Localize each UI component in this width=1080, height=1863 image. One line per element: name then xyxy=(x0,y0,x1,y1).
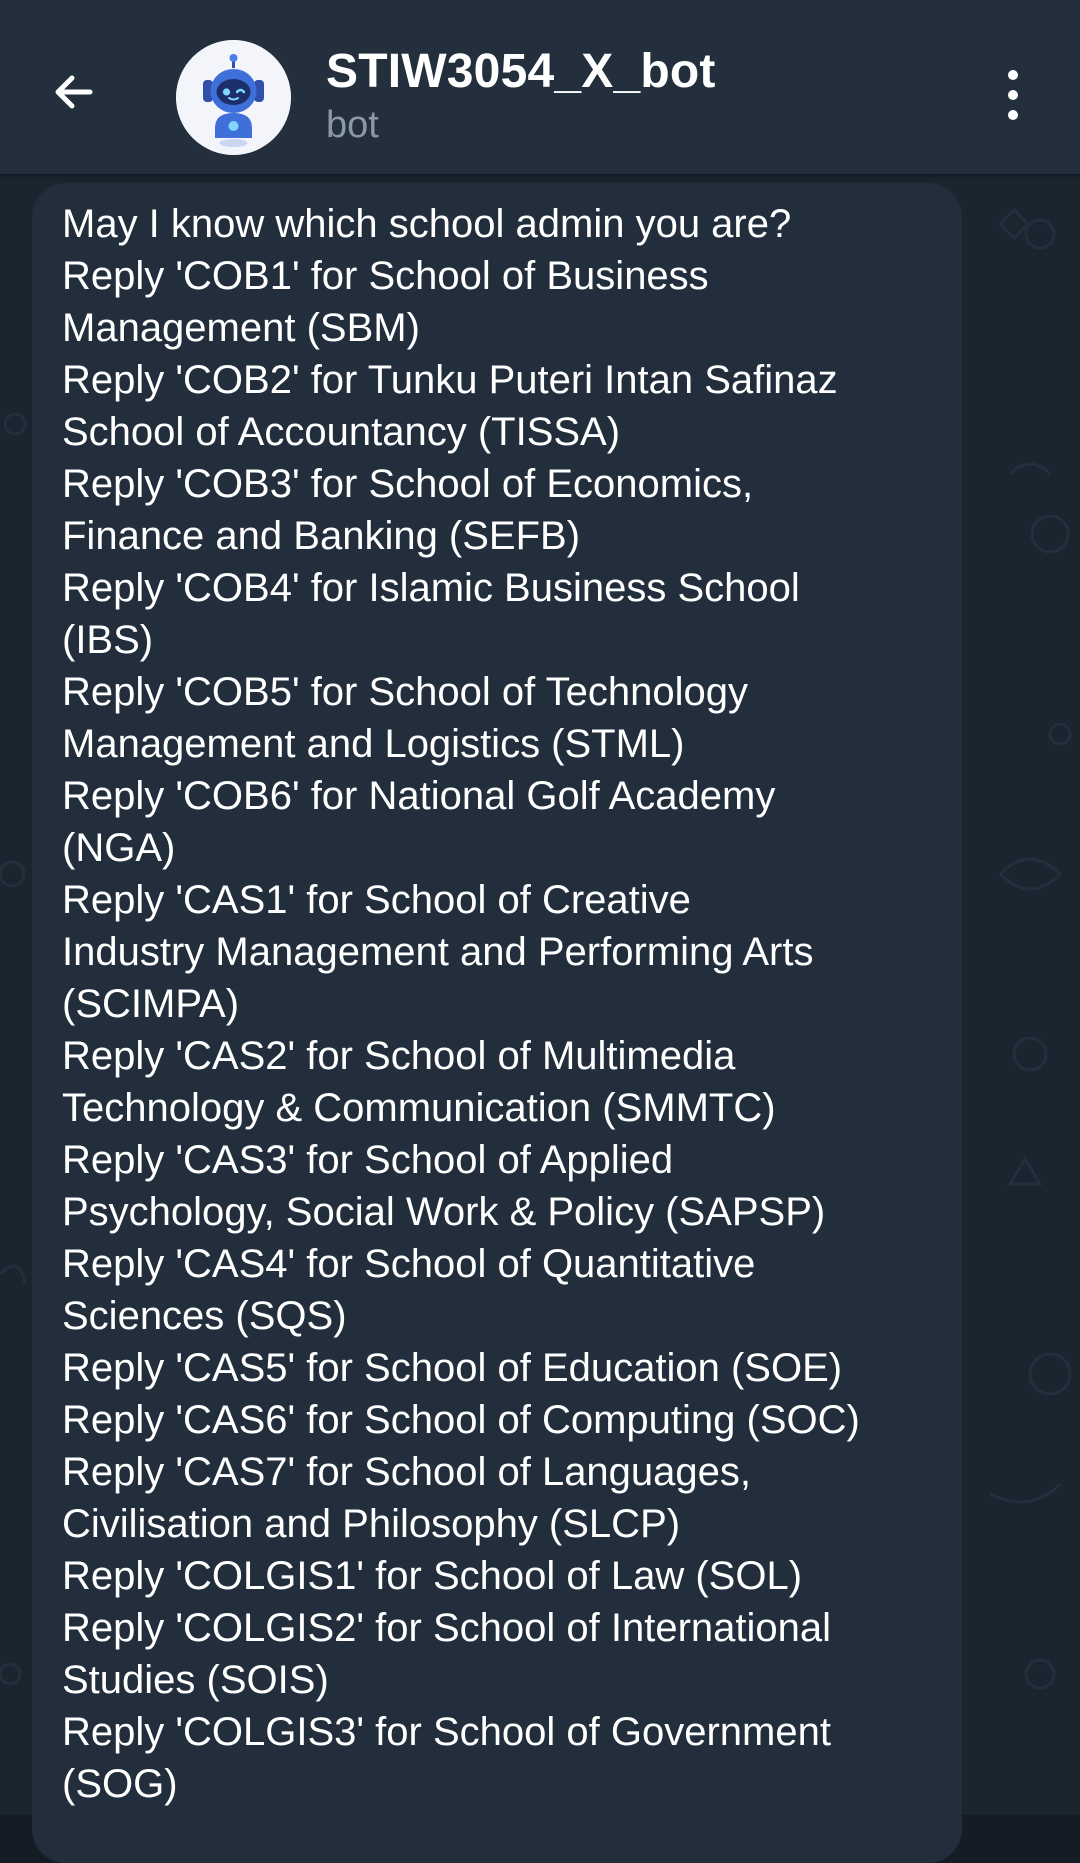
chat-subtitle: bot xyxy=(326,104,379,146)
arrow-left-icon xyxy=(55,75,93,109)
chat-title[interactable]: STIW3054_X_bot xyxy=(326,44,716,99)
robot-icon xyxy=(176,40,291,155)
message-text: May I know which school admin you are? R… xyxy=(62,202,860,1806)
back-button[interactable] xyxy=(44,62,104,122)
more-options-button[interactable] xyxy=(990,70,1036,120)
more-vertical-icon xyxy=(1008,70,1018,80)
chat-header: STIW3054_X_bot bot xyxy=(0,0,1080,174)
avatar[interactable] xyxy=(176,40,291,155)
